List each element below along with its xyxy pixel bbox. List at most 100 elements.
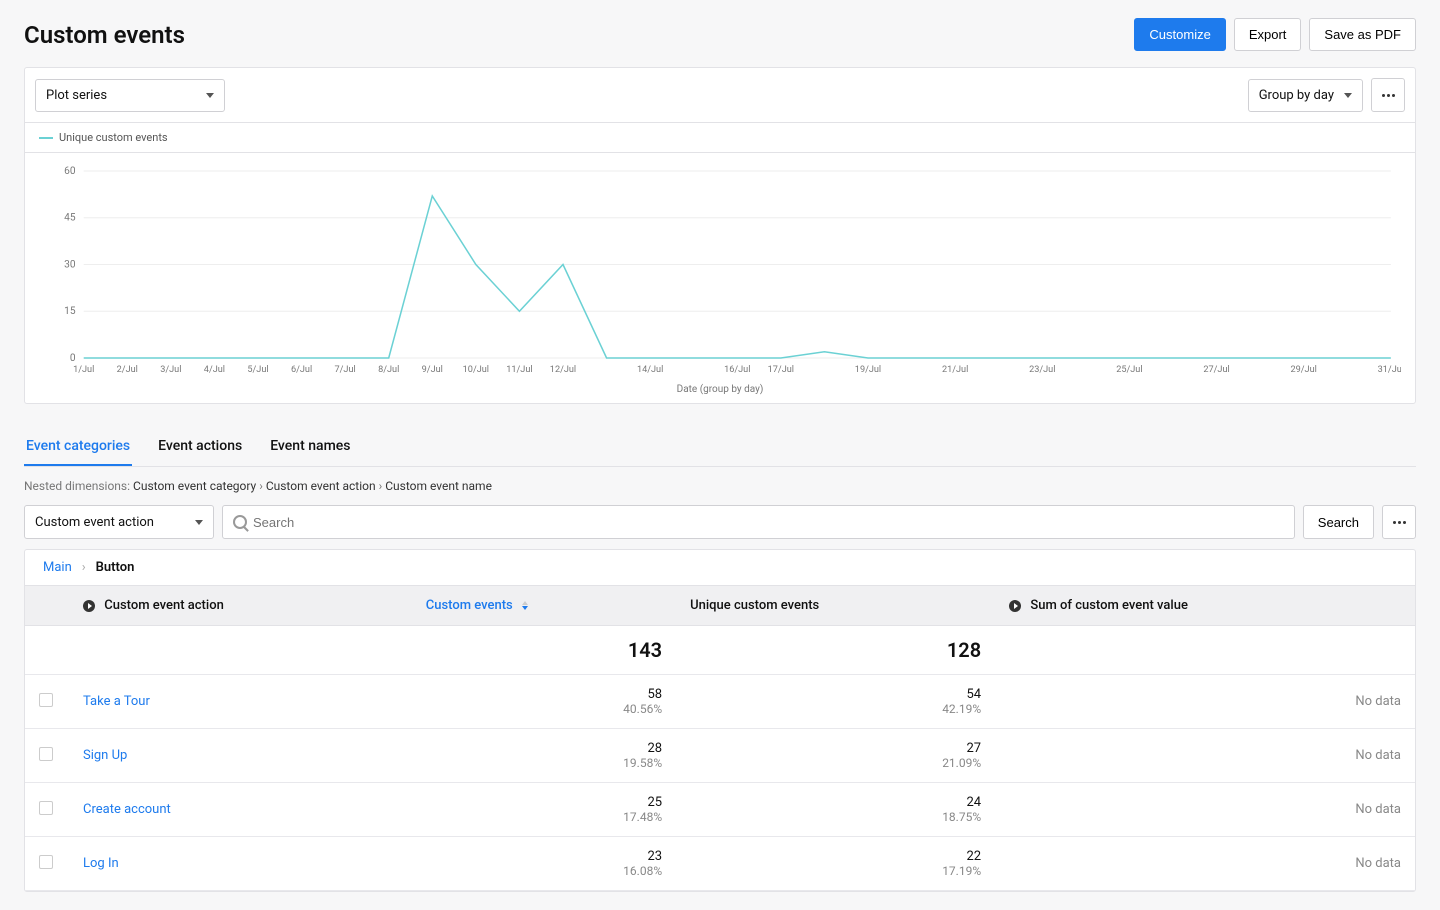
chart-panel: Plot series Group by day Unique custom e… [24,67,1416,404]
svg-text:4/Jul: 4/Jul [204,365,225,375]
customize-button[interactable]: Customize [1134,18,1225,51]
row-events: 23 [426,849,662,864]
row-events-pct: 19.58% [426,756,662,770]
table-breadcrumb: Main › Button [25,550,1415,585]
tabs: Event categories Event actions Event nam… [24,428,1416,467]
row-checkbox[interactable] [39,747,53,761]
row-events-pct: 40.56% [426,702,662,716]
svg-text:11/Jul: 11/Jul [506,365,532,375]
svg-text:8/Jul: 8/Jul [378,365,399,375]
row-label[interactable]: Create account [83,802,171,817]
svg-text:23/Jul: 23/Jul [1029,365,1055,375]
group-by-dropdown[interactable]: Group by day [1248,79,1363,112]
row-events: 28 [426,741,662,756]
table-row: Log In 2316.08% 2217.19% No data [25,837,1415,891]
row-label[interactable]: Log In [83,856,119,871]
play-icon [83,600,95,612]
total-custom-events: 143 [426,638,662,662]
svg-text:3/Jul: 3/Jul [160,365,181,375]
nested-label: Nested dimensions: [24,479,130,493]
x-axis-label: Date (group by day) [39,378,1401,405]
row-unique-pct: 42.19% [690,702,981,716]
svg-text:9/Jul: 9/Jul [422,365,443,375]
tab-categories[interactable]: Event categories [24,428,132,466]
svg-text:31/Jul: 31/Jul [1378,365,1401,375]
row-events-pct: 17.48% [426,810,662,824]
chevron-down-icon [206,93,214,98]
nested-dimensions: Nested dimensions: Custom event category… [24,479,1416,493]
table-more-button[interactable] [1382,505,1416,539]
svg-text:29/Jul: 29/Jul [1291,365,1317,375]
table-row: Create account2517.48%2418.75%No data [25,783,1415,837]
header-actions: Customize Export Save as PDF [1134,18,1416,51]
chart-area: 0153045601/Jul2/Jul3/Jul4/Jul5/Jul6/Jul7… [25,153,1415,403]
svg-text:21/Jul: 21/Jul [942,365,968,375]
table-row: Take a Tour 5840.56% 5442.19% No data [25,675,1415,729]
row-unique-pct: 17.19% [690,864,981,878]
page-header: Custom events Customize Export Save as P… [24,18,1416,51]
row-sum: No data [1355,748,1401,763]
table-row: Sign Up2819.58%2721.09%No data [25,729,1415,783]
row-sum: No data [1355,802,1401,817]
more-icon [1393,521,1406,524]
breadcrumb-main[interactable]: Main [43,560,72,575]
save-pdf-button[interactable]: Save as PDF [1309,18,1416,51]
svg-text:30: 30 [64,260,76,271]
search-input-wrap[interactable] [222,505,1295,539]
row-events-pct: 16.08% [426,864,662,878]
row-unique: 22 [690,849,981,864]
export-button[interactable]: Export [1234,18,1302,51]
breadcrumb-current: Button [96,560,135,575]
col-checkbox [25,586,69,626]
svg-text:15: 15 [64,306,76,317]
row-unique: 54 [690,687,981,702]
svg-text:19/Jul: 19/Jul [855,365,881,375]
plot-series-label: Plot series [46,88,107,103]
chart-more-button[interactable] [1371,78,1405,112]
svg-text:10/Jul: 10/Jul [463,365,489,375]
chevron-right-icon: › [82,560,86,575]
group-by-label: Group by day [1259,88,1334,103]
col-sum[interactable]: Sum of custom event value [995,586,1415,626]
col-action[interactable]: Custom event action [69,586,412,626]
search-input[interactable] [247,507,1284,538]
search-button[interactable]: Search [1303,505,1374,539]
tab-names[interactable]: Event names [268,428,352,466]
tab-actions[interactable]: Event actions [156,428,244,466]
svg-text:7/Jul: 7/Jul [335,365,356,375]
row-sum: No data [1355,856,1401,871]
totals-row: 143 128 [25,626,1415,675]
row-unique: 27 [690,741,981,756]
row-checkbox[interactable] [39,693,53,707]
svg-text:25/Jul: 25/Jul [1116,365,1142,375]
search-icon [233,515,247,529]
nested-dim-2: Custom event name [385,479,492,493]
row-checkbox[interactable] [39,855,53,869]
nested-dim-0: Custom event category [133,479,256,493]
svg-text:6/Jul: 6/Jul [291,365,312,375]
svg-text:14/Jul: 14/Jul [637,365,663,375]
dimension-dropdown[interactable]: Custom event action [24,505,214,539]
row-label[interactable]: Sign Up [83,748,127,763]
play-icon [1009,600,1021,612]
plot-series-dropdown[interactable]: Plot series [35,79,225,112]
table-panel: Main › Button Custom event action Custom… [24,549,1416,892]
row-sum: No data [1355,694,1401,709]
legend-line-icon [39,137,53,139]
svg-text:17/Jul: 17/Jul [768,365,794,375]
col-custom-events[interactable]: Custom events [412,586,676,626]
total-unique: 128 [690,638,981,662]
row-label[interactable]: Take a Tour [83,694,150,709]
row-events: 58 [426,687,662,702]
page-title: Custom events [24,21,185,49]
svg-text:2/Jul: 2/Jul [117,365,138,375]
row-checkbox[interactable] [39,801,53,815]
svg-text:27/Jul: 27/Jul [1203,365,1229,375]
svg-text:45: 45 [64,213,76,224]
svg-text:60: 60 [64,166,76,177]
svg-text:1/Jul: 1/Jul [73,365,94,375]
col-unique[interactable]: Unique custom events [676,586,995,626]
dimension-dropdown-label: Custom event action [35,515,154,530]
more-icon [1382,94,1395,97]
chart-legend: Unique custom events [25,123,1415,153]
